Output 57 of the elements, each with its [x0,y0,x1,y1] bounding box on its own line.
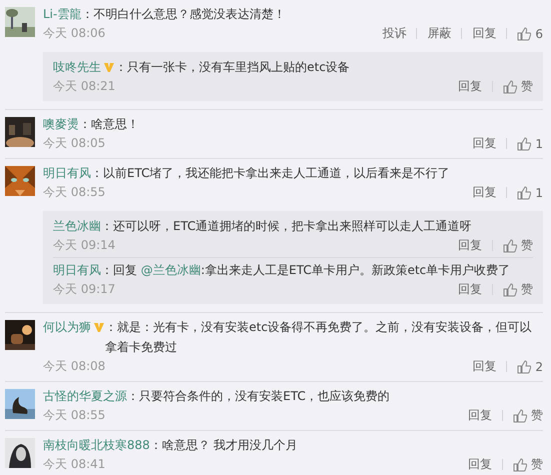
timestamp: 今天 08:55 [43,407,106,424]
comment-text: ：回复 @兰色冰幽:拿出来走人工是ETC单卡用户。新政策etc单卡用户收费了 [101,262,512,279]
comment-text: ：还可以呀，ETC通道拥堵的时候，把卡拿出来照样可以走人工通道呀 [101,218,473,235]
user-name-link[interactable]: 明日有风 [43,163,91,183]
user-name-link[interactable]: Li-雲龍 [43,4,82,24]
user-name-link[interactable]: 吱咚先生 [53,57,101,77]
thumbs-up-icon [503,282,517,296]
action-link[interactable]: 回复 [448,237,492,254]
user-name-link[interactable]: 兰色冰幽 [53,216,101,236]
thumbs-up-icon [517,26,532,40]
action-link[interactable]: 回复 [462,358,506,375]
like-button[interactable]: 1 [507,136,543,150]
like-button[interactable]: 6 [507,26,543,40]
thumbs-up-icon [513,458,527,472]
thumbs-up-icon [503,238,517,252]
action-link[interactable]: 回复 [458,407,502,424]
thumbs-up-icon [517,186,532,200]
thumbs-up-icon [503,80,517,94]
mention-link[interactable]: @兰色冰幽 [140,263,201,277]
action-link[interactable]: 回复 [448,281,492,298]
comment-text: ：只有一张卡，没有车里挡风上贴的etc设备 [115,59,351,76]
like-button[interactable]: 赞 [493,237,533,254]
action-link[interactable]: 回复 [458,456,502,473]
action-link[interactable]: 回复 [462,135,506,152]
like-button[interactable]: 1 [507,186,543,200]
timestamp: 今天 08:21 [53,78,116,95]
user-name-link[interactable]: 明日有风 [53,260,101,280]
timestamp: 今天 09:14 [53,237,116,254]
thumbs-up-icon [517,360,532,374]
thumbs-up-icon [517,136,532,150]
comment-text: ：啥意思！ [79,116,140,133]
timestamp: 今天 08:55 [43,184,106,201]
like-button[interactable]: 赞 [503,407,543,424]
comment-text: ：不明白什么意思？感觉没表达清楚！ [81,6,286,23]
like-button[interactable]: 赞 [493,78,533,95]
user-name-link[interactable]: 何以为狮 [43,317,91,337]
timestamp: 今天 08:05 [43,135,106,152]
comment-text: ：就是：光有卡，没有安装etc设备得不再免费了。之前，没有安装设备，但可以拿着卡免费过 [105,319,533,356]
action-link[interactable]: 回复 [462,184,506,201]
action-link[interactable]: 回复 [462,25,506,42]
action-link[interactable]: 投诉 [372,25,416,42]
like-button[interactable]: 赞 [503,456,543,473]
thumbs-up-icon [513,408,527,422]
comment-text: ：啥意思？ 我才用没几个月 [150,437,299,454]
timestamp: 今天 08:06 [43,25,106,42]
user-name-link[interactable]: 古怪的华夏之源 [43,386,127,406]
comment-text: ：以前ETC堵了，我还能把卡拿出来走人工通道，以后看来是不行了 [91,165,451,182]
action-link[interactable]: 屏蔽 [417,25,462,42]
like-button[interactable]: 赞 [493,281,533,298]
action-link[interactable]: 回复 [448,78,492,95]
timestamp: 今天 08:41 [43,456,106,473]
comment-text: ：只要符合条件的，没有安装ETC，也应该免费的 [127,388,391,405]
like-button[interactable]: 2 [507,360,543,374]
user-name-link[interactable]: 南枝向暖北枝寒888 [43,435,150,455]
user-name-link[interactable]: 噢麥燙 [43,114,79,134]
timestamp: 今天 09:17 [53,281,116,298]
timestamp: 今天 08:08 [43,358,106,375]
